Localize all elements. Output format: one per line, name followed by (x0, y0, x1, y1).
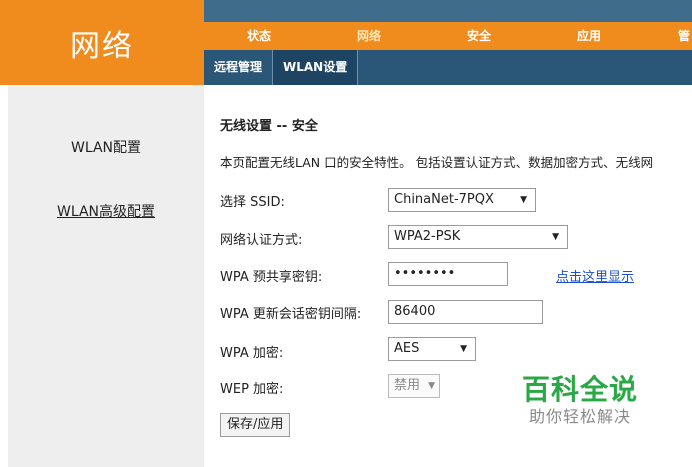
page-description: 本页配置无线LAN 口的安全特性。 包括设置认证方式、数据加密方式、无线网 (220, 155, 654, 170)
wpa-encryption-label: WPA 加密: (220, 346, 284, 361)
watermark-subtitle: 助你轻松解决 (528, 407, 631, 426)
tab-security[interactable]: 安全 (424, 22, 534, 50)
ssid-value: ChinaNet-7PQX (394, 192, 494, 207)
tab-status[interactable]: 状态 (204, 22, 314, 50)
tab-network[interactable]: 网络 (314, 22, 424, 50)
subtab-wlan-settings[interactable]: WLAN设置 (273, 50, 359, 85)
save-apply-button[interactable]: 保存/应用 (220, 413, 291, 437)
rekey-interval-input[interactable]: 86400 (388, 300, 543, 324)
ssid-select[interactable]: ChinaNet-7PQX ▼ (388, 188, 536, 212)
wpa-encryption-select[interactable]: AES ▼ (388, 337, 476, 361)
ssid-label: 选择 SSID: (220, 195, 285, 210)
psk-value: •••••••• (394, 266, 456, 281)
watermark: 百科全说 助你轻松解决 (515, 373, 645, 427)
psk-input[interactable]: •••••••• (388, 262, 508, 286)
rekey-interval-label: WPA 更新会话密钥间隔: (220, 307, 362, 322)
auth-mode-value: WPA2-PSK (394, 229, 461, 244)
psk-label: WPA 预共享密钥: (220, 270, 323, 285)
main-nav: 状态 网络 安全 应用 管 (204, 22, 692, 50)
sidebar-item-wlan-advanced[interactable]: WLAN高级配置 (8, 201, 204, 221)
chevron-down-icon: ▼ (520, 195, 527, 205)
wep-encryption-value: 禁用 (394, 378, 421, 393)
wpa-encryption-value: AES (394, 341, 420, 356)
wep-encryption-select[interactable]: 禁用 ▼ (388, 374, 440, 398)
rekey-interval-value: 86400 (394, 304, 436, 319)
wep-encryption-label: WEP 加密: (220, 382, 284, 397)
chevron-down-icon: ▼ (460, 344, 467, 354)
brand-title: 网络 (70, 28, 134, 64)
chevron-down-icon: ▼ (428, 381, 435, 391)
show-psk-link[interactable]: 点击这里显示 (556, 266, 634, 285)
top-strip (204, 0, 692, 22)
tab-application[interactable]: 应用 (534, 22, 644, 50)
watermark-title: 百科全说 (521, 373, 638, 406)
tab-management[interactable]: 管 (644, 22, 692, 50)
brand-header: 网络 (0, 0, 204, 85)
subtab-remote-management[interactable]: 远程管理 (204, 50, 274, 85)
sidebar-item-wlan-config[interactable]: WLAN配置 (8, 137, 204, 157)
auth-mode-select[interactable]: WPA2-PSK ▼ (388, 225, 568, 249)
auth-mode-label: 网络认证方式: (220, 233, 303, 248)
chevron-down-icon: ▼ (552, 232, 559, 242)
sub-nav: 远程管理 WLAN设置 (204, 50, 692, 85)
page-title: 无线设置 -- 安全 (220, 119, 318, 134)
sidebar: WLAN配置 WLAN高级配置 (8, 85, 204, 467)
